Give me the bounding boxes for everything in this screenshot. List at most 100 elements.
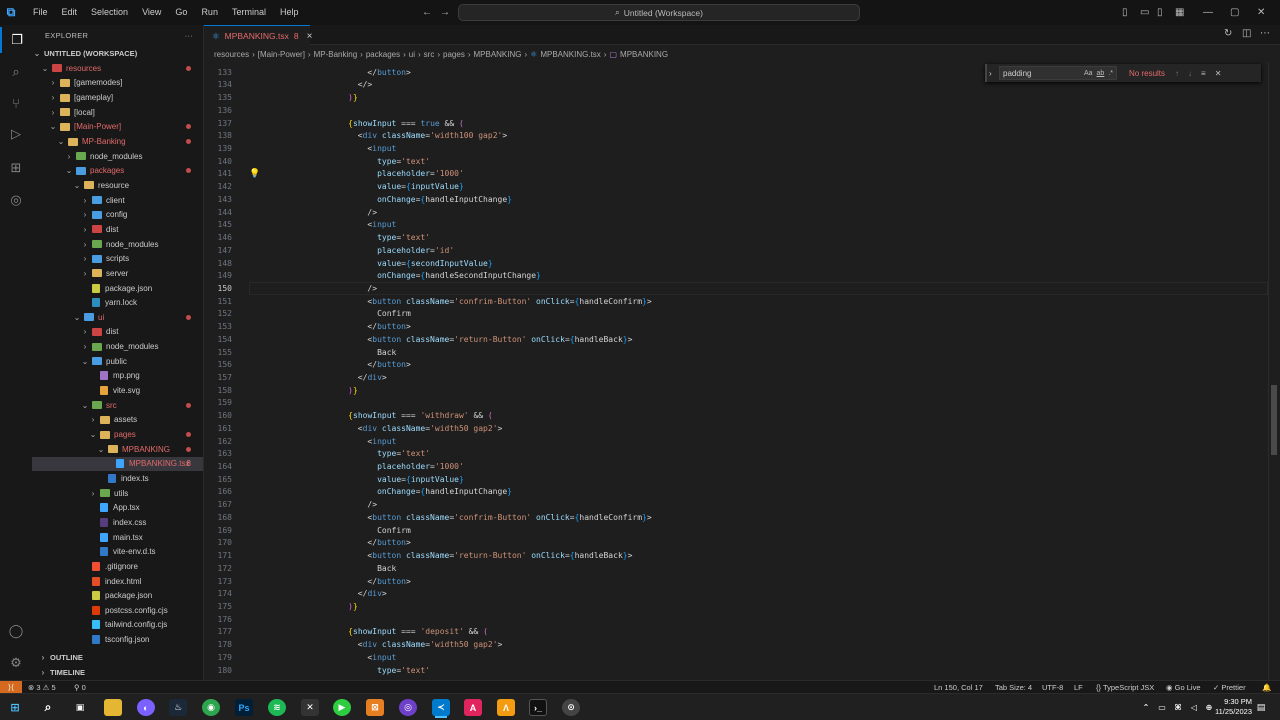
regex-icon[interactable]: .* bbox=[1108, 70, 1113, 77]
file-package-json[interactable]: package.json bbox=[32, 588, 203, 603]
folder-node-modules[interactable]: › node_modules bbox=[32, 237, 203, 252]
more-actions-icon[interactable]: ··· bbox=[185, 31, 193, 40]
folder-gamemodes[interactable]: › [gamemodes] bbox=[32, 76, 203, 91]
spotify-icon[interactable]: ≋ bbox=[268, 699, 286, 716]
workspace-root[interactable]: ⌄ UNTITLED (WORKSPACE) bbox=[32, 46, 203, 61]
folder-mpbanking[interactable]: ⌄ MPBANKING bbox=[32, 442, 203, 457]
menu-edit[interactable]: Edit bbox=[55, 0, 85, 25]
chrome-icon[interactable]: ◉ bbox=[202, 699, 220, 716]
photoshop-icon[interactable]: Ps bbox=[235, 699, 253, 716]
maximize-icon[interactable]: ▢ bbox=[1230, 0, 1239, 25]
file-tsconfig-json[interactable]: tsconfig.json bbox=[32, 632, 203, 647]
close-window-icon[interactable]: ✕ bbox=[1257, 0, 1265, 25]
nav-forward-icon[interactable]: → bbox=[440, 0, 450, 25]
folder-node-modules[interactable]: › node_modules bbox=[32, 149, 203, 164]
customize-layout-icon[interactable]: ▦ bbox=[1175, 0, 1184, 25]
run-history-icon[interactable]: ↻ bbox=[1224, 28, 1232, 39]
outline-section[interactable]: › OUTLINE bbox=[32, 650, 203, 664]
windows-start-icon[interactable]: ⊞ bbox=[6, 699, 24, 716]
file-mpbanking-tsx[interactable]: MPBANKING.tsx 8 bbox=[32, 456, 203, 472]
scrollbar-thumb[interactable] bbox=[1271, 385, 1277, 455]
menu-help[interactable]: Help bbox=[273, 0, 306, 25]
folder-client[interactable]: › client bbox=[32, 193, 203, 208]
breadcrumb-item[interactable]: MPBANKING.tsx bbox=[540, 50, 600, 59]
folder-resources[interactable]: ⌄ resources bbox=[32, 61, 203, 76]
toggle-sidebar-icon[interactable]: ▯ bbox=[1122, 0, 1128, 25]
clock[interactable]: 9:30 PM 11/25/2023 bbox=[1215, 697, 1252, 717]
notification-icon[interactable]: ▤ bbox=[1254, 699, 1268, 716]
file-main-tsx[interactable]: main.tsx bbox=[32, 530, 203, 545]
search-icon[interactable]: ⌕ bbox=[0, 59, 32, 85]
file-package-json[interactable]: package.json bbox=[32, 281, 203, 296]
excel-icon[interactable]: ✕ bbox=[301, 699, 319, 716]
remote-indicator-icon[interactable]: ⟩⟨ bbox=[0, 680, 22, 694]
settings-gear-icon[interactable]: ⚙ bbox=[0, 650, 32, 676]
breadcrumb-item[interactable]: MPBANKING bbox=[473, 50, 521, 59]
breadcrumb-item[interactable]: MPBANKING bbox=[620, 50, 668, 59]
folder-dist[interactable]: › dist bbox=[32, 222, 203, 237]
folder-scripts[interactable]: › scripts bbox=[32, 251, 203, 266]
file-mp-png[interactable]: mp.png bbox=[32, 369, 203, 384]
previous-match-icon[interactable]: ↑ bbox=[1175, 69, 1179, 78]
vertical-scrollbar[interactable] bbox=[1268, 62, 1280, 680]
extensions-icon[interactable]: ⊞ bbox=[0, 155, 32, 181]
menu-go[interactable]: Go bbox=[168, 0, 194, 25]
battery-icon[interactable]: ▭ bbox=[1156, 699, 1168, 716]
menu-file[interactable]: File bbox=[26, 0, 55, 25]
tab-mpbanking[interactable]: ⚛ MPBANKING.tsx 8 × bbox=[204, 25, 313, 46]
file-explorer-icon[interactable] bbox=[104, 699, 122, 716]
breadcrumb-item[interactable]: [Main-Power] bbox=[258, 50, 305, 59]
account-icon[interactable]: ◯ bbox=[0, 618, 32, 644]
folder-assets[interactable]: › assets bbox=[32, 413, 203, 428]
next-match-icon[interactable]: ↓ bbox=[1188, 69, 1192, 78]
file-yarn-lock[interactable]: yarn.lock bbox=[32, 295, 203, 310]
find-in-selection-icon[interactable]: ≡ bbox=[1201, 69, 1206, 78]
vscode-taskbar-icon[interactable]: ≺ bbox=[432, 699, 450, 716]
more-actions-icon[interactable]: ⋯ bbox=[1260, 28, 1270, 39]
folder-utils[interactable]: › utils bbox=[32, 486, 203, 501]
find-input[interactable]: padding Aa ab .* bbox=[999, 66, 1117, 80]
network-icon[interactable]: ⌘ bbox=[1172, 699, 1184, 716]
file-vite-env-d-ts[interactable]: vite-env.d.ts bbox=[32, 544, 203, 559]
folder-ui[interactable]: ⌄ ui bbox=[32, 310, 203, 325]
close-find-icon[interactable]: ✕ bbox=[1215, 69, 1222, 78]
split-editor-icon[interactable]: ◫ bbox=[1242, 28, 1251, 39]
menu-run[interactable]: Run bbox=[194, 0, 225, 25]
task-view-icon[interactable]: ▣ bbox=[71, 699, 89, 716]
toggle-panel-icon[interactable]: ▭ bbox=[1140, 0, 1149, 25]
timeline-section[interactable]: › TIMELINE bbox=[32, 665, 203, 679]
folder-packages[interactable]: ⌄ packages bbox=[32, 164, 203, 179]
breadcrumb-item[interactable]: src bbox=[424, 50, 435, 59]
folder-resource[interactable]: ⌄ resource bbox=[32, 178, 203, 193]
github-desktop-icon[interactable]: ⊙ bbox=[562, 699, 580, 716]
media-app-icon[interactable]: ▶ bbox=[333, 699, 351, 716]
lightbulb-icon[interactable]: 💡 bbox=[249, 169, 260, 179]
match-word-icon[interactable]: ab bbox=[1097, 70, 1105, 77]
folder-server[interactable]: › server bbox=[32, 266, 203, 281]
run-debug-icon[interactable]: ▷ bbox=[0, 121, 32, 147]
terminal-icon[interactable]: ›_ bbox=[529, 699, 547, 716]
app-icon[interactable]: ⊠ bbox=[366, 699, 384, 716]
file-index-html[interactable]: index.html bbox=[32, 574, 203, 589]
tray-chevron-icon[interactable]: ⌃ bbox=[1140, 699, 1152, 716]
explorer-icon[interactable]: ❐ bbox=[0, 27, 32, 53]
file-index-ts[interactable]: index.ts bbox=[32, 471, 203, 486]
close-tab-icon[interactable]: × bbox=[307, 31, 313, 42]
folder-mp-banking[interactable]: ⌄ MP-Banking bbox=[32, 134, 203, 149]
folder-gameplay[interactable]: › [gameplay] bbox=[32, 90, 203, 105]
breadcrumb-item[interactable]: resources bbox=[214, 50, 249, 59]
match-case-icon[interactable]: Aa bbox=[1084, 70, 1093, 77]
steam-icon[interactable]: ♨ bbox=[169, 699, 187, 716]
minimize-icon[interactable]: — bbox=[1203, 0, 1213, 25]
search-icon[interactable]: ⌕ bbox=[39, 699, 57, 716]
breadcrumb-item[interactable]: MP-Banking bbox=[314, 50, 358, 59]
remote-explorer-icon[interactable]: ◎ bbox=[0, 187, 32, 213]
github-icon[interactable]: ◎ bbox=[399, 699, 417, 716]
command-center[interactable]: ⌕ Untitled (Workspace) bbox=[458, 4, 860, 21]
volume-icon[interactable]: ◁ bbox=[1188, 699, 1200, 716]
folder-main-power[interactable]: ⌄ [Main-Power] bbox=[32, 120, 203, 135]
folder-src[interactable]: ⌄ src bbox=[32, 398, 203, 413]
breadcrumb-item[interactable]: packages bbox=[366, 50, 400, 59]
file-tailwind-config-cjs[interactable]: tailwind.config.cjs bbox=[32, 618, 203, 633]
app-red-icon[interactable]: A bbox=[464, 699, 482, 716]
